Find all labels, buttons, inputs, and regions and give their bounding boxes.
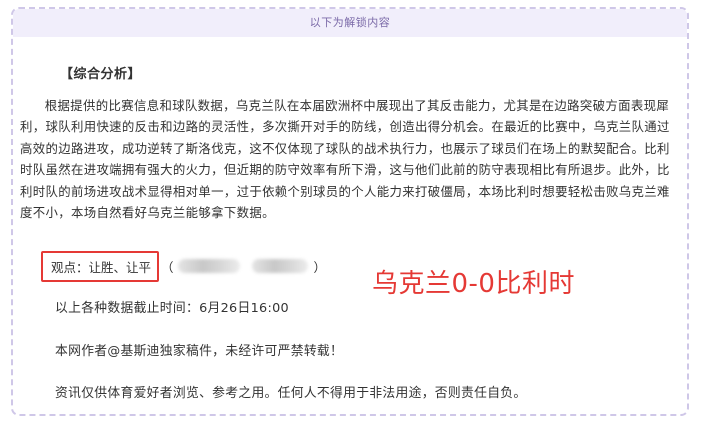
opinion-paren-open: （	[161, 259, 174, 275]
section-title: 【综合分析】	[60, 67, 142, 82]
unlock-notice-header: 以下为解锁内容	[13, 9, 687, 37]
copyright-text: 本网作者@基斯迪独家稿件，未经许可严禁转载！	[55, 344, 344, 359]
opinion-row: 观点：让胜、让平 （ ）	[41, 249, 326, 283]
unlocked-content-card: 以下为解锁内容 【综合分析】 根据提供的比赛信息和球队数据，乌克兰队在本届欧洲杯…	[11, 7, 689, 416]
disclaimer-text: 资讯仅供体育爱好者浏览、参考之用。任何人不得用于非法用途，否则责任自负。	[55, 386, 527, 401]
data-cutoff-text: 以上各种数据截止时间：6月26日16:00	[55, 301, 289, 316]
opinion-highlight-box: 观点：让胜、让平	[41, 250, 160, 282]
blurred-content	[177, 259, 240, 273]
analysis-paragraph: 根据提供的比赛信息和球队数据，乌克兰队在本届欧洲杯中展现出了其反击能力，尤其是在…	[20, 98, 670, 221]
opinion-paren-close: ）	[313, 259, 327, 275]
blurred-content	[251, 259, 308, 273]
score-prediction: 乌克兰0-0比利时	[372, 269, 575, 299]
